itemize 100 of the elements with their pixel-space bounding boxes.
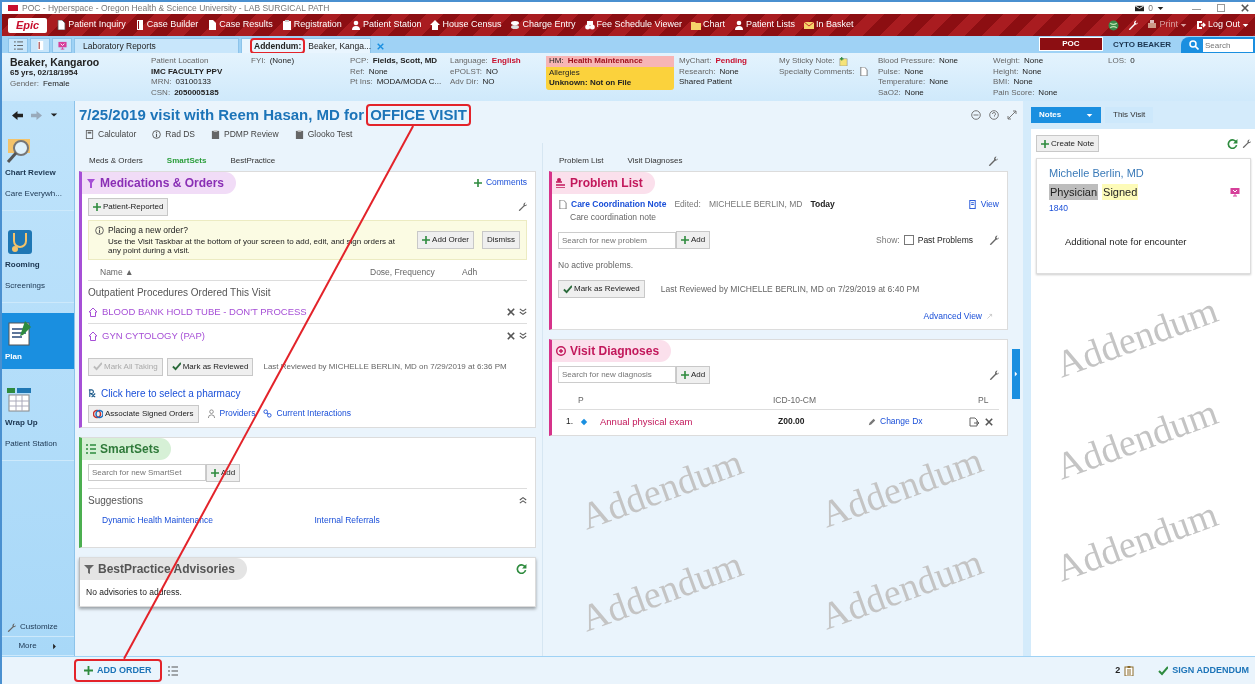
menu-item[interactable]: Fee Schedule Viewer <box>596 18 682 32</box>
document-icon[interactable] <box>858 67 868 77</box>
suggestion-link[interactable]: Internal Referrals <box>314 513 527 527</box>
collapse-icon[interactable] <box>971 110 981 120</box>
back-arrow-icon[interactable] <box>12 109 23 121</box>
panel-collapse-handle[interactable] <box>1012 349 1020 400</box>
column-header[interactable]: Name ▲ <box>100 265 370 279</box>
dismiss-button[interactable]: Dismiss <box>482 230 520 249</box>
book-button[interactable] <box>30 38 50 53</box>
section-link[interactable]: Problem List <box>559 154 604 167</box>
menu-item[interactable]: Registration <box>293 18 342 32</box>
caret-icon[interactable] <box>1157 4 1164 12</box>
search-field[interactable]: Search <box>1181 37 1255 53</box>
order-name[interactable]: BLOOD BANK HOLD TUBE - DON'T PROCESS <box>102 305 307 320</box>
add-order-button[interactable]: Add Order <box>417 230 474 249</box>
help-icon[interactable] <box>989 110 999 120</box>
menu-item[interactable]: In Basket <box>815 18 854 32</box>
add-button[interactable]: Add <box>676 365 711 384</box>
activity-tab[interactable]: Chart Review <box>2 129 74 185</box>
header-value: None <box>1024 56 1044 67</box>
mark-reviewed-button[interactable]: Mark as Reviewed <box>166 357 254 376</box>
wrench-icon[interactable] <box>989 235 999 246</box>
search-field[interactable]: Search for new diagnosis <box>558 366 676 384</box>
section-link[interactable]: Meds & Orders <box>89 154 143 167</box>
comments-link[interactable]: Comments <box>473 176 527 190</box>
activity-tab[interactable]: Patient Station <box>2 435 74 461</box>
menu-item[interactable]: Chart <box>702 18 725 32</box>
toolbar-button[interactable]: Rad DS <box>152 128 196 141</box>
caret-icon[interactable] <box>1242 21 1249 29</box>
customize-button[interactable]: Customize <box>2 618 74 637</box>
column-header[interactable]: Adh <box>462 265 502 279</box>
sign-addendum-button[interactable]: SIGN ADDENDUM <box>1158 663 1249 678</box>
remove-icon[interactable] <box>507 331 515 340</box>
remove-icon[interactable] <box>507 308 515 317</box>
activity-tab[interactable]: Wrap Up <box>2 379 74 435</box>
activity-tab[interactable]: Care Everywh... <box>2 185 74 211</box>
create-note-button[interactable]: Create Note <box>1036 135 1100 152</box>
add-button[interactable]: Add <box>676 231 711 250</box>
menu-item[interactable]: Charge Entry <box>522 18 576 32</box>
providers-link[interactable]: Providers <box>206 407 256 421</box>
order-name[interactable]: GYN CYTOLOGY (PAP) <box>102 328 205 343</box>
panel-tab[interactable]: This Visit <box>1105 107 1154 123</box>
wrench-icon[interactable] <box>989 369 999 380</box>
activity-tab[interactable]: Rooming <box>2 221 74 277</box>
toolbar-button[interactable]: Glooko Test <box>294 128 353 141</box>
interactions-link[interactable]: Current Interactions <box>263 407 352 421</box>
sticky-note-icon[interactable] <box>838 56 848 66</box>
toolbar-button[interactable]: PDMP Review <box>211 128 279 141</box>
patient-reported-button[interactable]: Patient-Reported <box>88 197 169 216</box>
menu-item[interactable]: Case Builder <box>146 18 199 32</box>
restore-button[interactable] <box>1217 4 1225 12</box>
add-order-button[interactable]: ADD ORDER <box>74 658 162 683</box>
remove-icon[interactable] <box>985 417 993 426</box>
clipboard-icon[interactable] <box>1124 665 1135 676</box>
expand-icon[interactable] <box>519 308 527 317</box>
refresh-icon[interactable] <box>516 563 527 574</box>
toolbar-button[interactable]: Calculator <box>85 128 137 141</box>
search-field[interactable]: Search for new problem <box>558 231 676 249</box>
list-button[interactable] <box>8 38 28 53</box>
expand-icon[interactable] <box>519 331 527 340</box>
menu-item[interactable]: Log Out <box>1207 18 1240 32</box>
move-icon[interactable] <box>969 416 979 427</box>
advanced-view-link[interactable]: Advanced View <box>923 310 993 323</box>
associate-orders-button[interactable]: Associate Signed Orders <box>88 404 199 423</box>
note-card[interactable]: Michelle Berlin, MD Physician Signed 1840 Additional note for encounter <box>1036 158 1251 274</box>
view-link[interactable]: View <box>967 197 999 211</box>
expand-icon[interactable] <box>1007 110 1017 120</box>
document-icon <box>294 129 304 139</box>
search-field[interactable]: Search for new SmartSet <box>88 463 206 481</box>
header-label: BMI: <box>993 77 1010 88</box>
past-problems-checkbox[interactable]: Past Problems <box>903 233 973 247</box>
section-link[interactable]: Visit Diagnoses <box>627 154 683 167</box>
column-header[interactable]: Dose, Frequency <box>370 265 462 279</box>
note-time[interactable]: 1840 <box>1049 202 1240 215</box>
activity-tab[interactable]: Screenings <box>2 277 74 303</box>
close-icon[interactable] <box>1241 4 1249 12</box>
refresh-icon[interactable] <box>1227 138 1238 149</box>
pharmacy-link[interactable]: Click here to select a pharmacy <box>101 385 241 401</box>
menu-item[interactable]: Patient Inquiry <box>68 18 126 32</box>
header-value: None <box>1013 77 1033 88</box>
wrench-icon[interactable] <box>1242 139 1251 148</box>
change-dx-link[interactable]: Change Dx <box>868 415 923 428</box>
mark-reviewed-button[interactable]: Mark as Reviewed <box>558 280 645 298</box>
wrench-icon[interactable] <box>988 155 998 166</box>
workspace-tab[interactable]: Laboratory Reports <box>74 38 239 53</box>
note-link[interactable]: Care Coordination Note <box>571 197 667 211</box>
globe-icon[interactable] <box>1108 19 1120 31</box>
menu-item[interactable]: House Census <box>442 18 502 32</box>
menu-item[interactable]: Patient Lists <box>745 18 795 32</box>
wrench-icon[interactable] <box>518 202 527 212</box>
menu-item[interactable]: Patient Station <box>362 18 422 32</box>
diagnosis-name[interactable]: Annual physical exam <box>600 414 778 429</box>
section-link[interactable]: BestPractice <box>230 154 276 167</box>
epic-logo-button[interactable]: Epic <box>8 17 48 33</box>
menu-item[interactable]: Case Results <box>219 18 273 32</box>
wrench-icon[interactable] <box>1128 20 1139 30</box>
screen-button[interactable] <box>52 38 72 53</box>
collapse-icon[interactable] <box>519 496 527 505</box>
caret-icon[interactable] <box>50 111 58 119</box>
plus-icon <box>84 666 93 675</box>
